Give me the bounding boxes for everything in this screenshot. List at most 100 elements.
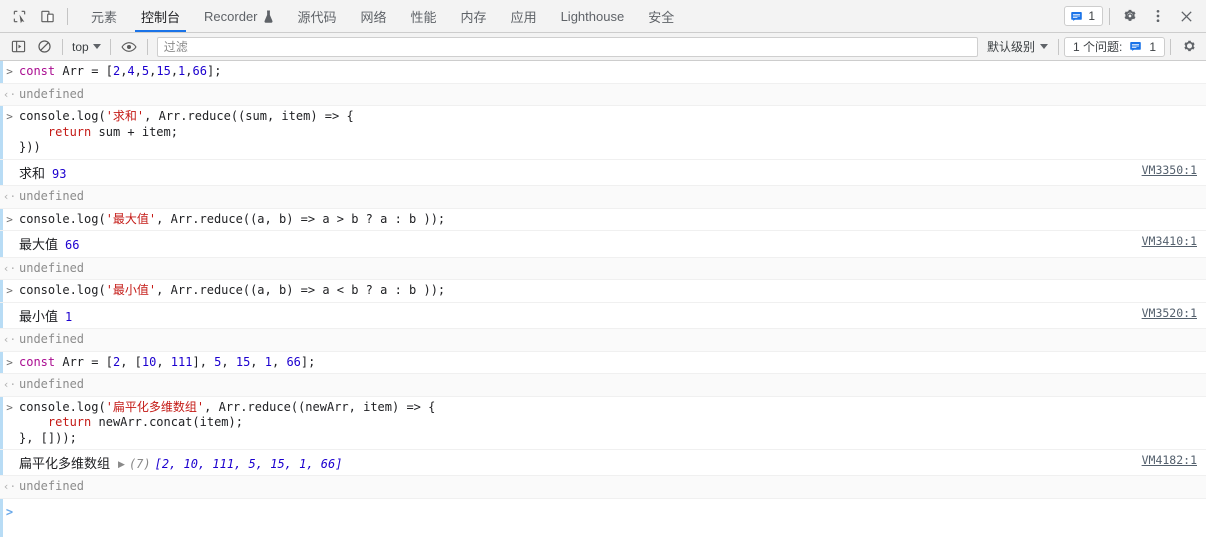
console-rows: > const Arr = [2,4,5,15,1,66]; ‹· undefined… <box>0 61 1206 524</box>
eye-icon-svg <box>121 41 137 52</box>
console-input-row[interactable]: > const Arr = [2, [10, 111], 5, 15, 1, 66… <box>0 352 1206 374</box>
console-message-area[interactable]: > const Arr = [2,4,5,15,1,66]; ‹· undefined… <box>0 61 1206 537</box>
code-token: ], <box>192 354 215 369</box>
console-input-row[interactable]: > const Arr = [2,4,5,15,1,66]; <box>0 61 1206 84</box>
console-input-row[interactable]: > console.log('扁平化多维数组', Arr.reduce((newA… <box>0 397 1206 450</box>
console-input-code: console.log('最小值', Arr.reduce((a, b) => … <box>19 283 1206 299</box>
console-response-row[interactable]: ‹· undefined <box>0 83 1206 106</box>
console-log-row[interactable]: 最小值 1 VM3520:1 <box>0 303 1206 329</box>
row-gutter <box>0 453 19 454</box>
clear-console-icon[interactable] <box>31 36 57 58</box>
prompt-chevron-icon: > <box>5 504 14 519</box>
filter-input[interactable] <box>156 36 978 57</box>
code-token: , <box>170 64 179 78</box>
console-response-row[interactable]: ‹· undefined <box>0 476 1206 499</box>
filterbar-divider <box>62 38 63 55</box>
code-token: 66 <box>192 64 207 78</box>
code-line: return sum + item; <box>19 125 1196 141</box>
console-input-row[interactable]: > console.log('最大值', Arr.reduce((a, b) =>… <box>0 209 1206 231</box>
expand-triangle-icon[interactable]: ▶ <box>118 459 125 470</box>
source-location-link[interactable]: VM3520:1 <box>1142 306 1197 320</box>
message-bubble-icon <box>1071 11 1083 21</box>
console-prompt-row[interactable]: > <box>0 499 1206 524</box>
toolbar-divider <box>67 7 68 25</box>
tab-network[interactable]: 网络 <box>349 0 399 32</box>
console-input-code: console.log('求和', Arr.reduce((sum, item)… <box>19 109 1206 156</box>
console-log-row[interactable]: 最大值 66 VM3410:1 <box>0 231 1206 258</box>
inspect-cursor-icon[interactable] <box>5 3 33 29</box>
code-token: , <box>134 64 142 78</box>
code-token: })) <box>19 140 41 154</box>
issues-message-bubble-icon <box>1130 42 1142 52</box>
chevron-down-icon <box>92 44 101 49</box>
console-array-log-row[interactable]: 扁平化多维数组 ▶ (7) [2, 10, 111, 5, 15, 1, 66] VM4… <box>0 450 1206 476</box>
console-input-row[interactable]: > console.log('求和', Arr.reduce((sum, item… <box>0 106 1206 160</box>
device-toggle-icon[interactable] <box>33 3 61 29</box>
message-count-chip[interactable]: 1 <box>1064 6 1103 26</box>
filterbar-divider <box>146 38 148 55</box>
input-chevron-icon: > <box>6 284 13 297</box>
tab-elements[interactable]: 元素 <box>79 0 129 32</box>
log-level-selector[interactable]: 默认级别 <box>982 38 1053 55</box>
live-expression-eye-icon[interactable] <box>116 36 142 58</box>
console-response-value: undefined <box>19 189 85 203</box>
code-line: })) <box>19 140 1196 156</box>
kebab-menu-icon[interactable] <box>1144 3 1172 29</box>
gear-icon-svg <box>1124 9 1136 21</box>
tab-label: 内存 <box>460 9 487 25</box>
console-sidebar-icon-svg <box>11 40 25 53</box>
code-token: ]; <box>300 354 316 369</box>
code-token: , Arr.reduce((newArr, item) => { <box>204 399 436 414</box>
flask-icon <box>263 10 274 23</box>
tab-security[interactable]: 安全 <box>636 0 686 32</box>
console-settings-gear-icon[interactable] <box>1176 36 1202 58</box>
tab-application[interactable]: 应用 <box>499 0 549 32</box>
console-response-row[interactable]: ‹· undefined <box>0 374 1206 397</box>
console-sidebar-icon[interactable] <box>5 36 31 58</box>
execution-context-selector[interactable]: top <box>68 40 105 54</box>
issues-label: 1 个问题: <box>1072 40 1123 54</box>
code-line: }, [])); <box>19 431 1196 447</box>
code-token: 15 <box>156 64 171 78</box>
code-token: '最大值' <box>105 211 157 226</box>
source-location-link[interactable]: VM4182:1 <box>1142 453 1197 467</box>
source-location-link[interactable]: VM3410:1 <box>1142 234 1197 248</box>
device-toggle-icon-svg <box>40 10 54 22</box>
code-token: , <box>185 64 193 78</box>
code-token: , <box>156 354 171 369</box>
log-label: 扁平化多维数组 <box>19 456 111 471</box>
console-response-value: undefined <box>19 479 85 493</box>
tab-sources[interactable]: 源代码 <box>286 0 349 32</box>
console-log-row[interactable]: 求和 93 VM3350:1 <box>0 160 1206 186</box>
tab-console[interactable]: 控制台 <box>129 0 192 32</box>
gear-icon[interactable] <box>1116 3 1144 29</box>
code-line: const Arr = [2, [10, 111], 5, 15, 1, 66]… <box>19 355 1196 371</box>
console-settings-gear-icon-svg <box>1183 40 1195 52</box>
log-level-label: 默认级别 <box>986 40 1035 54</box>
code-token: console.log( <box>19 283 106 297</box>
console-input-row[interactable]: > console.log('最小值', Arr.reduce((a, b) =>… <box>0 280 1206 303</box>
array-length-badge: (7) <box>128 457 151 471</box>
code-token: , <box>221 354 236 369</box>
tab-recorder[interactable]: Recorder <box>192 0 285 32</box>
row-gutter <box>0 163 19 164</box>
console-response-row[interactable]: ‹· undefined <box>0 257 1206 280</box>
toolbar-divider <box>1109 7 1110 25</box>
tab-memory[interactable]: 内存 <box>449 0 499 32</box>
log-parts: 最小值 1 <box>19 306 1196 326</box>
console-response-row[interactable]: ‹· undefined <box>0 329 1206 352</box>
code-line: console.log('最小值', Arr.reduce((a, b) => … <box>19 283 1196 299</box>
close-icon[interactable] <box>1172 3 1200 29</box>
code-line: return newArr.concat(item); <box>19 415 1196 431</box>
tab-performance[interactable]: 性能 <box>399 0 449 32</box>
code-token: Arr <box>62 64 92 78</box>
execution-context-label: top <box>72 39 89 54</box>
issues-chip[interactable]: 1 个问题: 1 <box>1063 36 1165 57</box>
flask-icon-svg <box>263 10 273 23</box>
tab-label: 源代码 <box>297 9 337 25</box>
source-location-link[interactable]: VM3350:1 <box>1142 163 1197 177</box>
tab-lighthouse[interactable]: Lighthouse <box>549 0 637 32</box>
console-response-row[interactable]: ‹· undefined <box>0 186 1206 209</box>
code-token: 15 <box>235 354 251 369</box>
tab-label: Recorder <box>204 8 258 24</box>
